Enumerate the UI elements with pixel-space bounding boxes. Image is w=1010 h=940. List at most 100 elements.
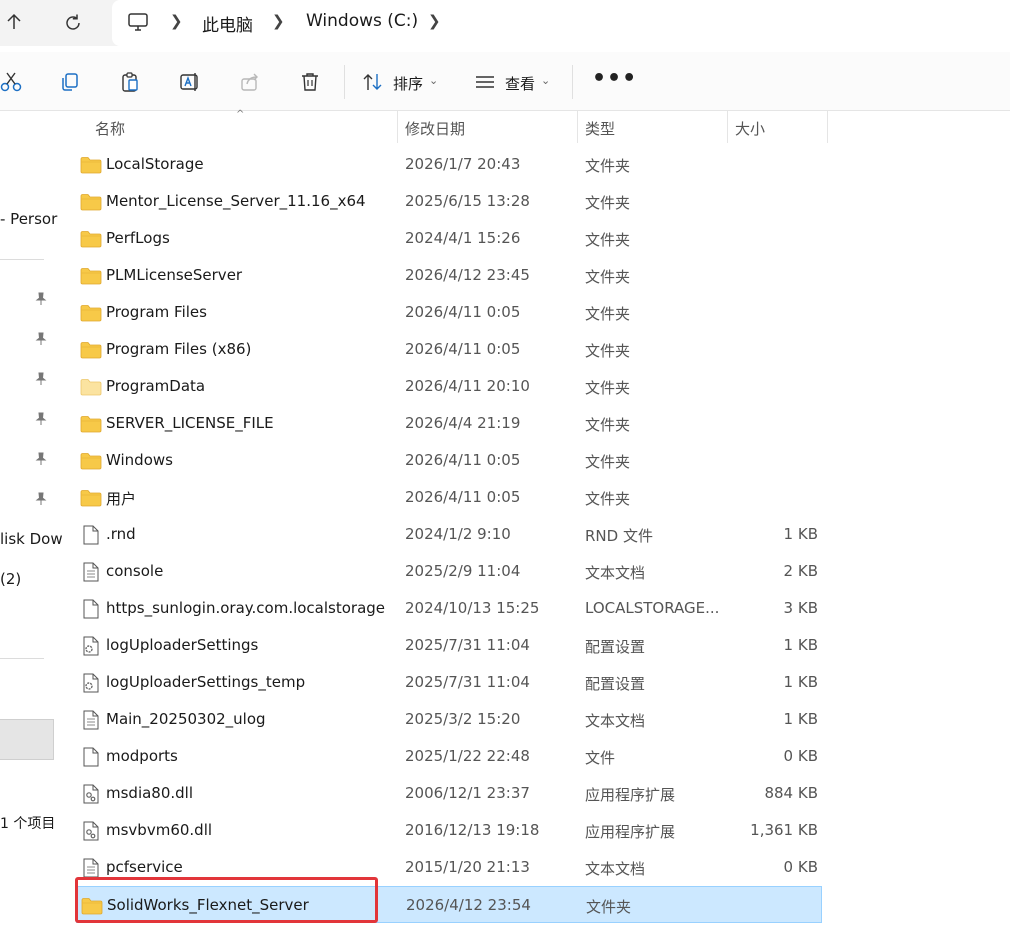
file-row[interactable]: LocalStorage 2026/1/7 20:43 文件夹 xyxy=(76,146,822,183)
rename-icon[interactable] xyxy=(179,71,201,93)
file-row[interactable]: PerfLogs 2024/4/1 15:26 文件夹 xyxy=(76,220,822,257)
file-type: 文件夹 xyxy=(585,416,631,434)
file-date: 2025/1/22 22:48 xyxy=(405,747,530,765)
file-date: 2026/4/12 23:45 xyxy=(405,266,530,284)
file-row[interactable]: msvbvm60.dll 2016/12/13 19:18 应用程序扩展 1,361 … xyxy=(76,812,822,849)
file-row[interactable]: logUploaderSettings_temp 2025/7/31 11:04 配… xyxy=(76,664,822,701)
sort-button[interactable]: 排序 xyxy=(393,73,423,94)
pin-icon xyxy=(35,492,47,505)
sidebar-item-disk-download[interactable]: lisk Dow xyxy=(0,530,63,548)
breadcrumb-this-pc[interactable]: 此电脑 xyxy=(202,11,253,36)
file-type: 文件夹 xyxy=(585,490,631,508)
pin-icon xyxy=(35,452,47,465)
file-size: 3 KB xyxy=(783,599,818,617)
file-row[interactable]: modports 2025/1/22 22:48 文件 0 KB xyxy=(76,738,822,775)
file-name: ProgramData xyxy=(106,377,206,395)
file-row[interactable]: Windows 2026/4/11 0:05 文件夹 xyxy=(76,442,822,479)
file-row[interactable]: 用户 2026/4/11 0:05 文件夹 xyxy=(76,479,822,516)
cut-icon[interactable] xyxy=(0,71,22,93)
file-date: 2006/12/1 23:37 xyxy=(405,784,530,802)
settings-file-icon xyxy=(80,636,102,656)
folder-icon xyxy=(80,192,102,212)
sort-ascending-icon: ^ xyxy=(236,109,245,120)
paste-icon[interactable] xyxy=(119,71,141,93)
file-date: 2025/7/31 11:04 xyxy=(405,673,530,691)
copy-icon[interactable] xyxy=(59,71,81,93)
sort-icon[interactable] xyxy=(362,71,384,93)
file-type: 文件夹 xyxy=(585,268,631,286)
file-row[interactable]: ProgramData 2026/4/11 20:10 文件夹 xyxy=(76,368,822,405)
pin-icon xyxy=(35,372,47,385)
file-row[interactable]: PLMLicenseServer 2026/4/12 23:45 文件夹 xyxy=(76,257,822,294)
file-name: console xyxy=(106,562,164,580)
dll-file-icon xyxy=(80,784,102,804)
folder-icon xyxy=(80,414,102,434)
file-type: 配置设置 xyxy=(585,638,646,656)
file-name: logUploaderSettings xyxy=(106,636,259,654)
file-row[interactable]: Program Files 2026/4/11 0:05 文件夹 xyxy=(76,294,822,331)
chevron-right-icon: ❯ xyxy=(272,12,285,30)
toolbar-divider xyxy=(344,65,345,99)
view-button[interactable]: 查看 xyxy=(505,73,535,94)
file-size: 1 KB xyxy=(783,673,818,691)
refresh-icon[interactable] xyxy=(62,12,84,34)
file-date: 2026/4/4 21:19 xyxy=(405,414,521,432)
text-file-icon xyxy=(80,858,102,878)
file-row[interactable]: Main_20250302_ulog 2025/3/2 15:20 文本文档 1 KB xyxy=(76,701,822,738)
file-type: 配置设置 xyxy=(585,675,646,693)
column-divider[interactable] xyxy=(827,111,828,143)
file-type: LOCALSTORAGE... xyxy=(585,599,720,617)
file-type: RND 文件 xyxy=(585,527,653,545)
file-row[interactable]: console 2025/2/9 11:04 文本文档 2 KB xyxy=(76,553,822,590)
breadcrumb-c-drive[interactable]: Windows (C:) xyxy=(306,11,418,31)
file-type: 应用程序扩展 xyxy=(585,823,676,841)
folder-icon xyxy=(80,340,102,360)
column-divider[interactable] xyxy=(397,111,398,143)
file-row[interactable]: Mentor_License_Server_11.16_x64 2025/6/15… xyxy=(76,183,822,220)
file-row[interactable]: pcfservice 2015/1/20 21:13 文本文档 0 KB xyxy=(76,849,822,886)
folder-icon xyxy=(80,451,102,471)
file-row[interactable]: .rnd 2024/1/2 9:10 RND 文件 1 KB xyxy=(76,516,822,553)
file-date: 2025/2/9 11:04 xyxy=(405,562,521,580)
blank-file-icon xyxy=(80,525,102,545)
file-row[interactable]: https_sunlogin.oray.com.localstorage 2024… xyxy=(76,590,822,627)
file-date: 2026/4/11 20:10 xyxy=(405,377,530,395)
file-name: .rnd xyxy=(106,525,136,543)
file-date: 2025/7/31 11:04 xyxy=(405,636,530,654)
file-date: 2024/10/13 15:25 xyxy=(405,599,540,617)
address-box[interactable]: ❯ 此电脑 ❯ Windows (C:) ❯ xyxy=(112,0,1010,46)
sidebar-item-personal[interactable]: - Persor xyxy=(0,210,57,228)
sidebar-item-count[interactable]: (2) xyxy=(0,570,21,588)
more-options-button[interactable]: ••• xyxy=(592,66,637,91)
file-name: Windows xyxy=(106,451,173,469)
file-row[interactable]: msdia80.dll 2006/12/1 23:37 应用程序扩展 884 KB xyxy=(76,775,822,812)
sidebar-selected-item[interactable] xyxy=(0,719,54,760)
file-type: 文件夹 xyxy=(585,157,631,175)
pin-icon xyxy=(35,292,47,305)
file-date: 2025/6/15 13:28 xyxy=(405,192,530,210)
file-date: 2026/4/12 23:54 xyxy=(406,896,531,914)
folder-icon xyxy=(80,155,102,175)
file-name: pcfservice xyxy=(106,858,183,876)
delete-icon[interactable] xyxy=(299,71,321,93)
file-name: 用户 xyxy=(106,490,137,508)
file-row[interactable]: SolidWorks_Flexnet_Server 2026/4/12 23:54… xyxy=(76,886,822,923)
up-arrow-icon[interactable] xyxy=(4,12,24,32)
chevron-right-icon[interactable]: ❯ xyxy=(428,12,441,30)
chevron-down-icon: ⌄ xyxy=(429,74,439,87)
file-row[interactable]: logUploaderSettings 2025/7/31 11:04 配置设置 1 … xyxy=(76,627,822,664)
file-name: logUploaderSettings_temp xyxy=(106,673,306,691)
file-name: PerfLogs xyxy=(106,229,170,247)
folder-icon xyxy=(81,896,103,916)
column-divider[interactable] xyxy=(727,111,728,143)
file-row[interactable]: SERVER_LICENSE_FILE 2026/4/4 21:19 文件夹 xyxy=(76,405,822,442)
file-size: 1 KB xyxy=(783,710,818,728)
file-date: 2026/4/11 0:05 xyxy=(405,451,521,469)
column-divider[interactable] xyxy=(577,111,578,143)
file-type: 文本文档 xyxy=(585,564,646,582)
chevron-right-icon: ❯ xyxy=(170,12,183,30)
pin-icon xyxy=(35,412,47,425)
file-date: 2026/1/7 20:43 xyxy=(405,155,521,173)
view-icon[interactable] xyxy=(474,71,496,93)
file-row[interactable]: Program Files (x86) 2026/4/11 0:05 文件夹 xyxy=(76,331,822,368)
